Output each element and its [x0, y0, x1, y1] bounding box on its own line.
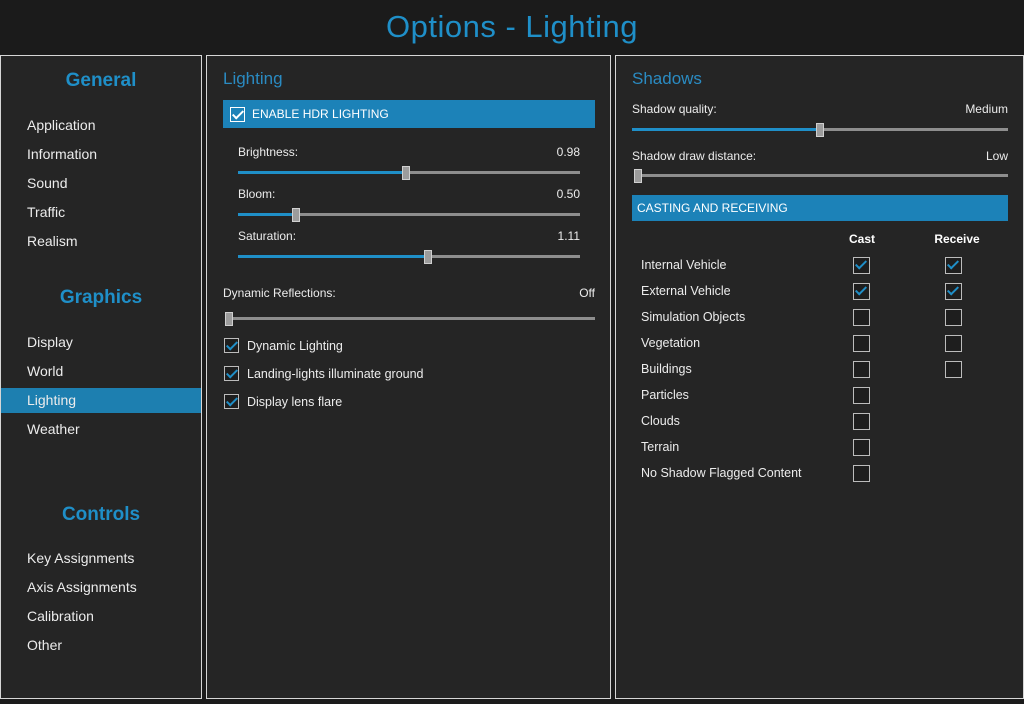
shadow-row-label-clouds: Clouds [641, 414, 680, 428]
lens-flare-checkbox[interactable] [224, 394, 239, 409]
dynamic-lighting-label: Dynamic Lighting [247, 339, 343, 353]
lighting-heading: Lighting [223, 69, 283, 88]
shadow-quality-slider-thumb[interactable] [816, 123, 824, 137]
reflections-slider[interactable] [225, 312, 595, 326]
hdr-toggle-bar[interactable]: ENABLE HDR LIGHTING [223, 100, 595, 128]
shadow-quality-slider[interactable] [632, 123, 1008, 137]
column-header-receive: Receive [934, 232, 980, 246]
hdr-checkbox[interactable] [230, 107, 245, 122]
saturation-label: Saturation: [238, 229, 297, 243]
cast-checkbox-terrain[interactable] [853, 439, 870, 456]
reflections-label: Dynamic Reflections: [223, 286, 336, 300]
reflections-slider-thumb[interactable] [225, 312, 233, 326]
cast-checkbox-particles[interactable] [853, 387, 870, 404]
sidebar-item-axis-assignments[interactable]: Axis Assignments [1, 575, 201, 600]
sidebar-item-application[interactable]: Application [1, 113, 201, 138]
shadow-row-label-external-vehicle: External Vehicle [641, 284, 731, 298]
saturation-slider[interactable] [238, 250, 580, 264]
casting-receiving-header: CASTING AND RECEIVING [632, 195, 1008, 221]
receive-checkbox-vegetation[interactable] [945, 335, 962, 352]
cast-checkbox-buildings[interactable] [853, 361, 870, 378]
shadow-row-label-buildings: Buildings [641, 362, 692, 376]
shadow-row-label-particles: Particles [641, 388, 689, 402]
shadow-quality-label: Shadow quality: [632, 102, 717, 116]
shadow-row-label-vegetation: Vegetation [641, 336, 701, 350]
sidebar-item-calibration[interactable]: Calibration [1, 604, 201, 629]
cast-checkbox-vegetation[interactable] [853, 335, 870, 352]
shadow-distance-value: Low [985, 149, 1008, 163]
sidebar-item-realism[interactable]: Realism [1, 229, 201, 254]
sidebar: General Application Information Sound Tr… [0, 55, 202, 699]
brightness-value: 0.98 [556, 145, 580, 159]
page-title: Options - Lighting [386, 9, 638, 44]
sidebar-item-other[interactable]: Other [1, 633, 201, 658]
brightness-slider-thumb[interactable] [401, 166, 410, 180]
cast-checkbox-clouds[interactable] [853, 413, 870, 430]
bloom-slider-thumb[interactable] [292, 208, 301, 222]
hdr-label: ENABLE HDR LIGHTING [252, 107, 389, 121]
sidebar-item-traffic[interactable]: Traffic [1, 200, 201, 225]
receive-checkbox-external-vehicle[interactable] [945, 283, 962, 300]
saturation-value: 1.11 [557, 229, 580, 243]
brightness-label: Brightness: [238, 145, 299, 159]
bloom-label: Bloom: [238, 187, 276, 201]
shadow-distance-label: Shadow draw distance: [632, 149, 757, 163]
shadow-quality-value: Medium [965, 102, 1008, 116]
receive-checkbox-internal-vehicle[interactable] [945, 257, 962, 274]
bloom-value: 0.50 [556, 187, 580, 201]
shadows-heading: Shadows [632, 69, 702, 88]
lens-flare-label: Display lens flare [247, 395, 343, 409]
shadow-row-label-internal-vehicle: Internal Vehicle [641, 258, 727, 272]
reflections-value: Off [579, 286, 595, 300]
shadows-panel: Shadows Shadow quality: Medium Shadow dr… [615, 55, 1024, 699]
section-title-controls: Controls [61, 504, 141, 525]
bloom-slider[interactable] [238, 208, 580, 222]
column-header-cast: Cast [848, 232, 875, 246]
dynamic-lighting-checkbox[interactable] [224, 338, 239, 353]
sidebar-item-lighting[interactable]: Lighting [1, 388, 201, 413]
lighting-panel: Lighting ENABLE HDR LIGHTING Brightness:… [206, 55, 611, 699]
cast-checkbox-no-shadow-flagged-content[interactable] [853, 465, 870, 482]
saturation-slider-thumb[interactable] [423, 250, 432, 264]
section-title-graphics: Graphics [59, 287, 143, 308]
shadow-distance-slider-thumb[interactable] [634, 169, 642, 183]
sidebar-item-sound[interactable]: Sound [1, 171, 201, 196]
receive-checkbox-buildings[interactable] [945, 361, 962, 378]
cast-checkbox-internal-vehicle[interactable] [853, 257, 870, 274]
cast-checkbox-external-vehicle[interactable] [853, 283, 870, 300]
sidebar-item-weather[interactable]: Weather [1, 417, 201, 442]
sidebar-item-information[interactable]: Information [1, 142, 201, 167]
shadow-row-label-simulation-objects: Simulation Objects [641, 310, 746, 324]
landing-lights-checkbox[interactable] [224, 366, 239, 381]
landing-lights-label: Landing-lights illuminate ground [247, 367, 424, 381]
shadow-distance-slider[interactable] [634, 169, 1008, 183]
sidebar-item-key-assignments[interactable]: Key Assignments [1, 546, 201, 571]
shadow-row-label-terrain: Terrain [641, 440, 680, 454]
cast-checkbox-simulation-objects[interactable] [853, 309, 870, 326]
sidebar-item-display[interactable]: Display [1, 330, 201, 355]
section-title-general: General [65, 70, 137, 91]
receive-checkbox-simulation-objects[interactable] [945, 309, 962, 326]
brightness-slider[interactable] [238, 166, 580, 180]
sidebar-item-world[interactable]: World [1, 359, 201, 384]
shadow-row-label-no-shadow-flagged-content: No Shadow Flagged Content [641, 466, 802, 480]
